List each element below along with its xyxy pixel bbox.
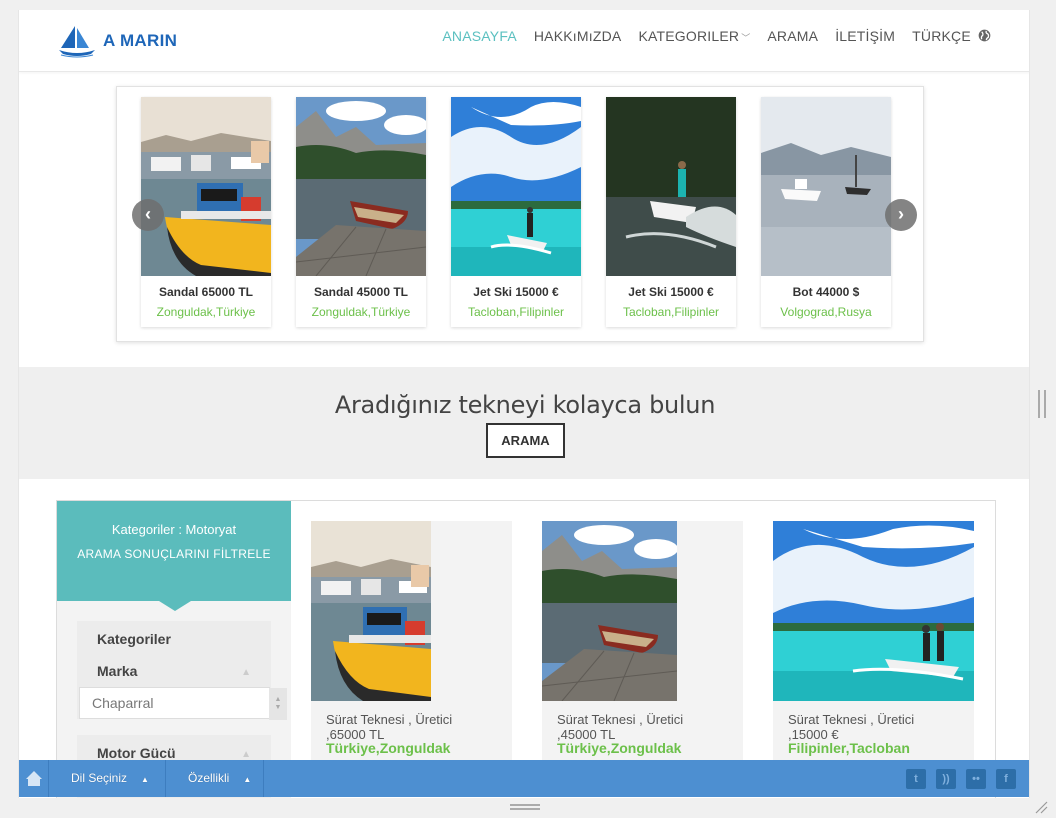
result-card-desc-line1: Sürat Teknesi , Üretici (557, 712, 684, 727)
features-menu-label: Özellikli (188, 771, 230, 785)
result-card-location[interactable]: Türkiye,Zonguldak (326, 740, 450, 756)
language-menu-label: Dil Seçiniz (71, 771, 128, 785)
filter-motor-title: Motor Gücü (97, 745, 176, 761)
carousel-card[interactable]: Sandal 45000 TL Zonguldak,Türkiye (296, 97, 426, 327)
caret-up-icon: ▲ (243, 775, 252, 784)
result-card[interactable]: Sürat Teknesi , Üretici ,65000 TL Türkiye… (311, 521, 512, 761)
carousel-card-title: Sandal 45000 TL (313, 285, 409, 299)
boats-calm-image (761, 97, 891, 276)
result-card-image (773, 521, 974, 701)
chevron-down-icon: ﹀ (741, 33, 751, 43)
nav-item-kategoriler[interactable]: KATEGORILER ﹀ (638, 28, 750, 44)
filter-header-pointer (159, 601, 191, 611)
home-button[interactable] (19, 760, 49, 797)
home-icon (26, 771, 42, 786)
result-card[interactable]: Sürat Teknesi , Üretici ,15000 € Filipinl… (773, 521, 974, 761)
jetski-turquoise-image (451, 97, 581, 276)
jetski-turquoise-image (773, 521, 974, 701)
result-card-image (542, 521, 677, 701)
result-card-desc: Sürat Teknesi , Üretici ,15000 € (788, 712, 914, 742)
listing-section: Kategoriler : Motoryat ARAMA SONUÇLARINI… (56, 500, 996, 798)
filter-brand-title: Marka (97, 663, 138, 679)
search-band: Aradığınız tekneyi kolayca bulun ARAMA (19, 367, 1029, 479)
brand-select-value: Chaparral (92, 695, 154, 711)
carousel-card-image (141, 97, 271, 276)
result-card-location[interactable]: Filipinler,Tacloban (788, 740, 910, 756)
carousel-card-title: Sandal 65000 TL (158, 285, 254, 299)
carousel-prev-button[interactable]: ‹ (132, 199, 164, 231)
carousel-card-title: Bot 44000 $ (792, 285, 860, 299)
chevron-left-icon: ‹ (145, 204, 151, 224)
search-button[interactable]: ARAMA (486, 423, 565, 458)
featured-carousel: Sandal 65000 TL Zonguldak,Türkiye Sandal… (116, 86, 924, 342)
select-arrows-icon: ▲ ▼ (269, 688, 287, 720)
collapse-icon[interactable]: ▲ (241, 749, 251, 760)
globe-icon (978, 29, 991, 42)
carousel-card-image (451, 97, 581, 276)
filter-group-kategoriler: Kategoriler Marka ▲ Chaparral ▲ ▼ (77, 621, 287, 720)
vertical-resize-handle[interactable] (1038, 390, 1046, 418)
filter-subtitle: ARAMA SONUÇLARINI FİLTRELE (77, 547, 271, 561)
filter-category-label: Kategoriler : Motoryat (111, 522, 237, 537)
result-card-desc-line1: Sürat Teknesi , Üretici (326, 712, 453, 727)
nav-item-anasayfa[interactable]: ANASAYFA (442, 28, 516, 44)
carousel-card-title: Jet Ski 15000 € (473, 285, 559, 299)
harbor-boat-image (311, 521, 431, 701)
resize-grip-icon[interactable] (1034, 800, 1048, 814)
sailboat-icon (59, 26, 95, 58)
brand-select[interactable]: Chaparral ▲ ▼ (79, 687, 287, 720)
carousel-card-image (761, 97, 891, 276)
carousel-card-location: Zonguldak,Türkiye (311, 305, 411, 319)
carousel-next-button[interactable]: › (885, 199, 917, 231)
rss-icon[interactable]: )) (936, 769, 956, 789)
result-card-desc-line1: Sürat Teknesi , Üretici (788, 712, 915, 727)
horizontal-resize-handle[interactable] (510, 804, 540, 810)
top-navbar: A MARIN ANASAYFA HAKKıMıZDA KATEGORILER ﹀… (19, 10, 1029, 72)
bottom-toolbar: Dil Seçiniz ▲ Özellikli ▲ t )) •• f (19, 760, 1029, 797)
carousel-card[interactable]: Jet Ski 15000 € Tacloban,Filipinler (451, 97, 581, 327)
carousel-card-location: Zonguldak,Türkiye (156, 305, 256, 319)
collapse-icon[interactable]: ▲ (241, 667, 251, 678)
rowboat-lake-image (296, 97, 426, 276)
result-card-desc: Sürat Teknesi , Üretici ,45000 TL (557, 712, 683, 742)
logo[interactable]: A MARIN (57, 24, 177, 58)
twitter-icon[interactable]: t (906, 769, 926, 789)
chevron-right-icon: › (898, 204, 904, 224)
carousel-card-image (296, 97, 426, 276)
carousel-card-image (606, 97, 736, 276)
result-card-location[interactable]: Türkiye,Zonguldak (557, 740, 681, 756)
caret-up-icon: ▲ (141, 775, 149, 784)
nav-item-kategoriler-label: KATEGORILER (638, 28, 740, 44)
carousel-card-title: Jet Ski 15000 € (628, 285, 714, 299)
language-menu[interactable]: Dil Seçiniz ▲ (49, 760, 166, 797)
nav-item-hakkimizda[interactable]: HAKKıMıZDA (534, 28, 622, 44)
result-card[interactable]: Sürat Teknesi , Üretici ,45000 TL Türkiye… (542, 521, 743, 761)
carousel-card-location: Volgograd,Rusya (780, 305, 872, 319)
filter-header: Kategoriler : Motoryat ARAMA SONUÇLARINI… (57, 501, 291, 601)
nav-item-arama[interactable]: ARAMA (767, 28, 818, 44)
main-menu: ANASAYFA HAKKıMıZDA KATEGORILER ﹀ ARAMA İ… (425, 28, 991, 44)
nav-item-iletisim[interactable]: İLETİŞİM (835, 28, 895, 44)
carousel-card-location: Tacloban,Filipinler (467, 305, 565, 319)
nav-item-language[interactable]: TÜRKÇE (912, 28, 991, 44)
result-card-desc: Sürat Teknesi , Üretici ,65000 TL (326, 712, 452, 742)
carousel-card[interactable]: Bot 44000 $ Volgograd,Rusya (761, 97, 891, 327)
rowboat-lake-image (542, 521, 677, 701)
brand-name: A MARIN (103, 31, 178, 50)
features-menu[interactable]: Özellikli ▲ (166, 760, 264, 797)
filter-group-title: Kategoriler (97, 631, 171, 647)
page-frame: A MARIN ANASAYFA HAKKıMıZDA KATEGORILER ﹀… (18, 10, 1030, 798)
jetski-dark-image (606, 97, 736, 276)
carousel-card-location: Tacloban,Filipinler (622, 305, 720, 319)
harbor-boat-image (141, 97, 271, 276)
flickr-icon[interactable]: •• (966, 769, 986, 789)
result-card-image (311, 521, 431, 701)
facebook-icon[interactable]: f (996, 769, 1016, 789)
nav-item-language-label: TÜRKÇE (912, 28, 971, 44)
search-band-title: Aradığınız tekneyi kolayca bulun (334, 391, 716, 419)
carousel-card[interactable]: Jet Ski 15000 € Tacloban,Filipinler (606, 97, 736, 327)
